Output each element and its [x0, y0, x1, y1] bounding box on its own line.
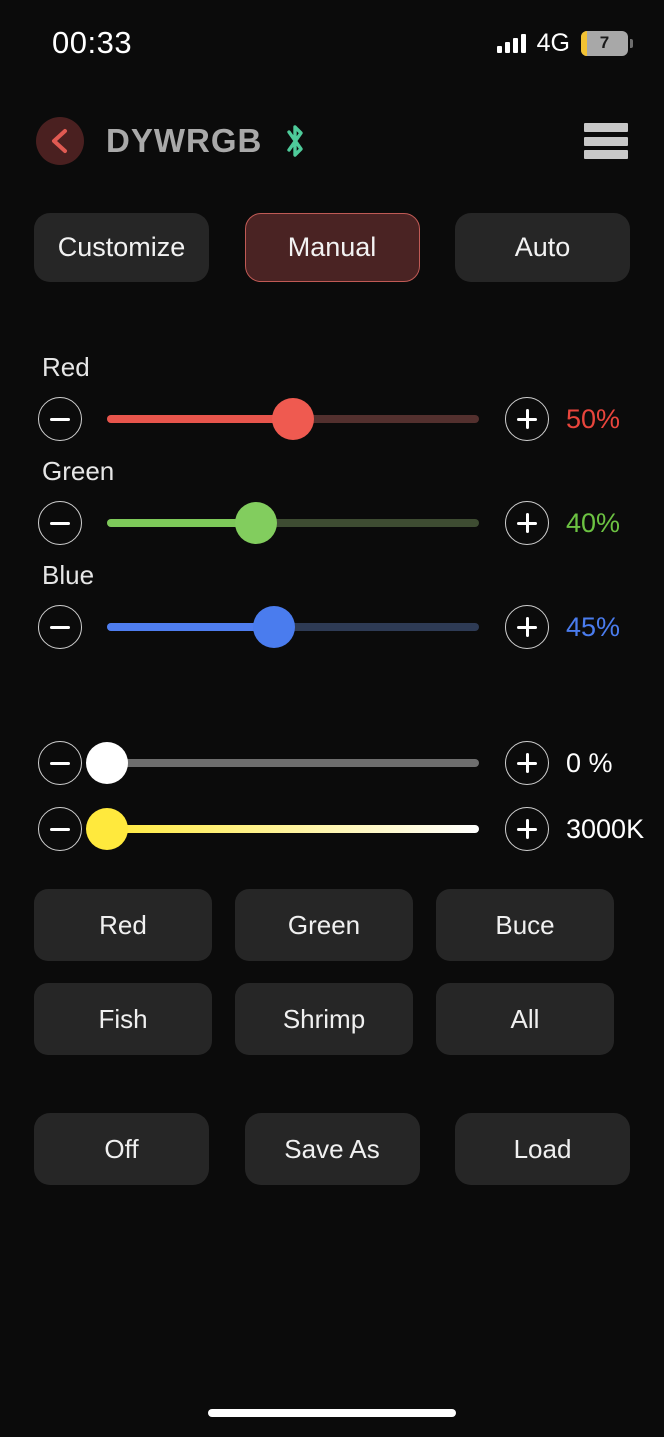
slider-track-white[interactable]	[86, 741, 479, 785]
preset-label-fish: Fish	[98, 1003, 148, 1034]
slider-track-red[interactable]	[107, 397, 479, 441]
slider-fill-red	[107, 415, 293, 423]
slider-group-kelvin: 3000K	[0, 801, 664, 857]
slider-fill-green	[107, 519, 256, 527]
decrement-green-button[interactable]	[38, 501, 82, 545]
back-button[interactable]	[36, 117, 84, 165]
save-as-button[interactable]: Save As	[244, 1113, 420, 1185]
chevron-left-icon	[52, 129, 67, 153]
tab-auto[interactable]: Auto	[455, 213, 630, 282]
increment-red-button[interactable]	[505, 397, 549, 441]
tab-auto-label: Auto	[514, 232, 571, 262]
slider-row-red: 50%	[0, 391, 664, 447]
slider-track-green[interactable]	[107, 501, 479, 545]
action-row: Off Save As Load	[0, 1113, 664, 1185]
slider-thumb-white[interactable]	[86, 742, 128, 784]
slider-thumb-blue[interactable]	[253, 606, 296, 648]
battery-low-icon: 7	[581, 30, 633, 56]
tab-manual[interactable]: Manual	[244, 213, 420, 282]
slider-row-green: 40%	[0, 495, 664, 551]
slider-track-kelvin[interactable]	[86, 807, 479, 851]
preset-button-all[interactable]: All	[436, 983, 614, 1055]
status-bar: 00:33 4G 7	[0, 0, 664, 86]
decrement-blue-button[interactable]	[38, 605, 82, 649]
preset-grid: Red Green Buce Fish Shrimp All	[0, 889, 664, 1055]
battery-level-label: 7	[599, 33, 610, 52]
slider-thumb-red[interactable]	[272, 398, 314, 440]
decrement-red-button[interactable]	[38, 397, 82, 441]
mode-tabs: Customize Manual Auto	[0, 213, 664, 282]
slider-group-red: Red 50%	[0, 352, 664, 447]
preset-button-green[interactable]: Green	[235, 889, 413, 961]
increment-green-button[interactable]	[505, 501, 549, 545]
slider-label-red: Red	[42, 352, 90, 382]
slider-group-blue: Blue 45%	[0, 560, 664, 655]
off-button[interactable]: Off	[34, 1113, 209, 1185]
slider-value-green: 40%	[566, 507, 621, 538]
load-button[interactable]: Load	[455, 1113, 630, 1185]
preset-label-buce: Buce	[495, 909, 555, 940]
slider-value-red: 50%	[566, 403, 621, 434]
decrement-white-button[interactable]	[38, 741, 82, 785]
slider-track-blue[interactable]	[107, 605, 479, 649]
preset-label-shrimp: Shrimp	[282, 1003, 366, 1034]
increment-blue-button[interactable]	[505, 605, 549, 649]
slider-rail-kelvin	[107, 825, 479, 833]
slider-row-kelvin: 3000K	[0, 801, 664, 857]
increment-kelvin-button[interactable]	[505, 807, 549, 851]
slider-value-blue: 45%	[566, 611, 621, 642]
signal-bars-icon	[496, 33, 526, 53]
preset-label-green: Green	[287, 909, 361, 940]
tab-manual-label: Manual	[287, 232, 377, 262]
preset-button-buce[interactable]: Buce	[436, 889, 614, 961]
slider-label-green: Green	[42, 456, 115, 486]
slider-value-white: 0 %	[566, 747, 613, 778]
page-title: DYWRGB	[106, 122, 263, 159]
network-type-label: 4G	[536, 28, 570, 57]
battery-nub	[630, 38, 633, 48]
battery-fill	[581, 30, 587, 56]
slider-rail-white	[107, 759, 479, 767]
preset-label-red: Red	[99, 909, 147, 940]
decrement-kelvin-button[interactable]	[38, 807, 82, 851]
hamburger-menu-icon[interactable]	[584, 123, 628, 159]
app-header: DYWRGB	[0, 108, 664, 174]
slider-value-kelvin: 3000K	[566, 813, 645, 844]
slider-label-blue: Blue	[42, 560, 95, 590]
bluetooth-icon	[282, 122, 308, 160]
slider-row-white: 0 %	[0, 735, 664, 791]
slider-fill-blue	[107, 623, 275, 631]
slider-row-blue: 45%	[0, 599, 664, 655]
preset-button-shrimp[interactable]: Shrimp	[235, 983, 413, 1055]
slider-group-green: Green 40%	[0, 456, 664, 551]
preset-label-all: All	[510, 1003, 540, 1034]
status-indicators: 4G 7	[496, 28, 633, 58]
preset-button-fish[interactable]: Fish	[34, 983, 212, 1055]
slider-thumb-green[interactable]	[234, 502, 277, 544]
home-indicator	[208, 1409, 456, 1417]
save-as-button-label: Save As	[284, 1133, 380, 1164]
status-time: 00:33	[52, 25, 133, 60]
slider-thumb-kelvin[interactable]	[86, 808, 128, 850]
load-button-label: Load	[513, 1133, 572, 1164]
increment-white-button[interactable]	[505, 741, 549, 785]
tab-customize[interactable]: Customize	[34, 213, 209, 282]
preset-button-red[interactable]: Red	[34, 889, 212, 961]
off-button-label: Off	[104, 1133, 139, 1164]
slider-group-white: 0 %	[0, 735, 664, 791]
tab-customize-label: Customize	[57, 232, 186, 262]
